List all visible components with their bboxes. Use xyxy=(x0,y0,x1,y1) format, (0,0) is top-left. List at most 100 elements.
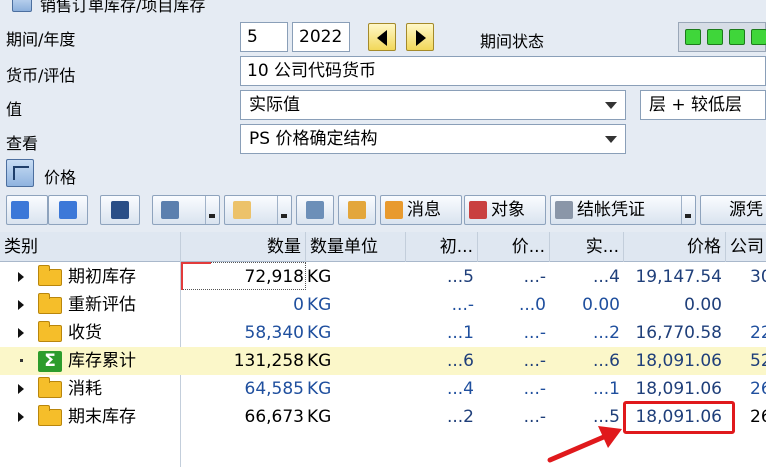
leaf-bullet-icon xyxy=(20,359,23,362)
level-select-text: 层 + 较低层 xyxy=(649,95,743,115)
row-price: 16,770.58 xyxy=(635,323,722,343)
row-quantity: 58,340 xyxy=(244,323,304,343)
row-actual: ...2 xyxy=(592,323,620,343)
green-status-icon xyxy=(707,29,723,45)
section-title: 价格 xyxy=(44,168,77,187)
collapse-all-button[interactable] xyxy=(48,195,88,225)
row-actual: ...4 xyxy=(592,267,620,287)
level-select[interactable]: 层 + 较低层 xyxy=(640,90,766,120)
objects-icon xyxy=(469,201,487,219)
row-company xyxy=(750,291,766,319)
layout-button[interactable] xyxy=(224,195,292,225)
dropdown-arrow-icon xyxy=(605,102,617,109)
binoculars-icon xyxy=(111,201,129,219)
messages-icon xyxy=(385,201,403,219)
hierarchy-button[interactable] xyxy=(338,195,376,225)
table-row[interactable]: 重新评估 0 KG ...- ...0 0.00 0.00 xyxy=(0,291,766,319)
row-quantity: 131,258 xyxy=(233,351,304,371)
green-status-icon xyxy=(751,29,766,45)
table-row[interactable]: 期初库存 72,918 KG ...5 ...- ...4 19,147.54 … xyxy=(0,263,766,291)
row-category: 期初库存 xyxy=(68,267,136,287)
row-price: 19,147.54 xyxy=(635,267,722,287)
expand-arrow-icon[interactable] xyxy=(18,412,24,422)
column-header-initial[interactable]: 初... xyxy=(406,232,478,262)
glasses-icon xyxy=(555,201,573,219)
currency-input[interactable]: 10 公司代码货币 xyxy=(240,56,766,86)
source-document-button[interactable]: 源凭 xyxy=(700,195,766,225)
row-quantity: 64,585 xyxy=(244,379,304,399)
expand-arrow-icon[interactable] xyxy=(18,328,24,338)
row-actual: 0.00 xyxy=(582,295,620,315)
objects-button[interactable]: 对象 xyxy=(464,195,546,225)
printer-icon xyxy=(161,201,179,219)
hierarchy-icon xyxy=(348,201,366,219)
row-unit: KG xyxy=(307,407,332,427)
table-row-cumulative[interactable]: Σ 库存累计 131,258 KG ...6 ...- ...6 18,091.… xyxy=(0,347,766,375)
row-price: 18,091.06 xyxy=(635,379,722,399)
row-initial: ...4 xyxy=(446,379,474,399)
row-category: 库存累计 xyxy=(68,351,136,371)
row-price-diff: ...- xyxy=(523,323,546,343)
period-input[interactable]: 5 xyxy=(240,22,288,52)
row-price-diff: ...- xyxy=(523,379,546,399)
folder-icon xyxy=(38,377,62,398)
column-header-price-diff[interactable]: 价... xyxy=(478,232,550,262)
green-status-icon xyxy=(685,29,701,45)
column-header-unit[interactable]: 数量单位 xyxy=(306,232,406,262)
closing-document-button[interactable]: 结帐凭证 xyxy=(550,195,696,225)
row-unit: KG xyxy=(307,267,332,287)
currency-label: 货币/评估 xyxy=(6,66,76,85)
folder-icon xyxy=(38,405,62,426)
messages-button[interactable]: 消息 xyxy=(380,195,462,225)
row-unit: KG xyxy=(307,295,332,315)
column-header-actual[interactable]: 实... xyxy=(550,232,624,262)
details-button[interactable] xyxy=(296,195,334,225)
dropdown-arrow-icon[interactable] xyxy=(681,196,695,224)
table-row[interactable]: 收货 58,340 KG ...1 ...- ...2 16,770.58 22 xyxy=(0,319,766,347)
selected-cell-marker xyxy=(181,262,211,290)
row-company: 26 xyxy=(750,407,766,427)
expand-arrow-icon[interactable] xyxy=(18,272,24,282)
expand-arrow-icon[interactable] xyxy=(18,384,24,394)
row-company: 22 xyxy=(750,323,766,343)
section-toggle-icon[interactable] xyxy=(6,159,34,187)
column-header-price[interactable]: 价格 xyxy=(624,232,726,262)
sum-icon: Σ xyxy=(38,351,62,372)
dropdown-arrow-icon[interactable] xyxy=(205,196,219,224)
row-quantity: 66,673 xyxy=(244,407,304,427)
period-status-label: 期间状态 xyxy=(480,32,545,51)
expand-down-icon xyxy=(11,201,29,219)
value-label: 值 xyxy=(6,100,23,119)
annotation-highlight-box xyxy=(623,401,735,434)
row-category: 消耗 xyxy=(68,379,102,399)
expand-all-button[interactable] xyxy=(6,195,48,225)
period-status-indicators xyxy=(678,22,766,52)
column-header-company[interactable]: 公司 xyxy=(726,232,766,262)
next-period-button[interactable] xyxy=(406,23,434,51)
row-initial: ...2 xyxy=(446,407,474,427)
table-row[interactable]: 消耗 64,585 KG ...4 ...- ...1 18,091.06 26 xyxy=(0,375,766,403)
table-layout-icon xyxy=(233,201,251,219)
row-initial: ...6 xyxy=(446,351,474,371)
find-button[interactable] xyxy=(100,195,140,225)
row-company: 26 xyxy=(750,379,766,399)
annotation-arrow-icon xyxy=(547,426,622,463)
dropdown-arrow-icon[interactable] xyxy=(277,196,291,224)
row-initial: ...- xyxy=(451,295,474,315)
row-price-diff: ...- xyxy=(523,351,546,371)
previous-period-button[interactable] xyxy=(368,23,396,51)
column-header-quantity[interactable]: 数量 xyxy=(181,232,306,262)
view-select[interactable]: PS 价格确定结构 xyxy=(240,124,626,154)
column-header-category[interactable]: 类别 xyxy=(0,232,181,262)
value-select[interactable]: 实际值 xyxy=(240,90,626,120)
row-price: 0.00 xyxy=(684,295,722,315)
expand-arrow-icon[interactable] xyxy=(18,300,24,310)
row-price-diff: ...0 xyxy=(518,295,546,315)
year-input[interactable]: 2022 xyxy=(292,22,350,52)
window-title: 销售订单库存/项目库存 xyxy=(40,0,206,15)
print-button[interactable] xyxy=(152,195,220,225)
grid-header: 类别 数量 数量单位 初... 价... 实... 价格 公司 xyxy=(0,232,766,262)
arrow-right-icon xyxy=(416,30,426,46)
closing-document-button-label: 结帐凭证 xyxy=(577,200,645,220)
value-select-text: 实际值 xyxy=(249,95,300,115)
